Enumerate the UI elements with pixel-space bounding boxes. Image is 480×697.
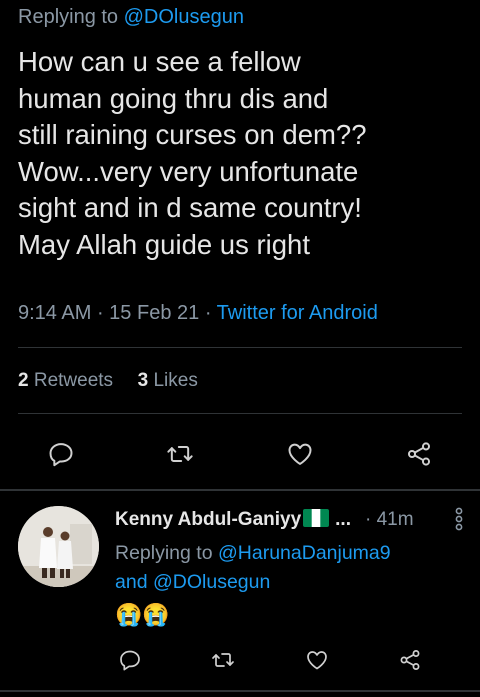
reply-icon [49, 443, 73, 467]
more-icon[interactable] [453, 507, 465, 533]
section-divider [0, 489, 480, 491]
likes-stat[interactable]: 3 Likes [138, 370, 198, 391]
divider [18, 347, 462, 348]
tweet-actions [18, 436, 462, 472]
tweet-source-link[interactable]: Twitter for Android [217, 302, 378, 324]
section-divider [0, 690, 480, 692]
share-icon [407, 442, 431, 466]
tweet-stats: 2 Retweets 3 Likes [18, 370, 198, 392]
reply-and-text: and [115, 571, 148, 593]
tweet-text: How can u see a fellow human going thru … [18, 46, 367, 260]
reply-handle-link[interactable]: @DOlusegun [153, 571, 270, 593]
avatar-photo [18, 506, 99, 587]
likes-label: Likes [153, 370, 198, 391]
replying-handle-link[interactable]: @DOlusegun [124, 6, 244, 28]
reply-icon [120, 650, 140, 671]
retweet-icon [167, 446, 193, 462]
share-button[interactable] [390, 642, 430, 678]
retweets-stat[interactable]: 2 Retweets [18, 370, 113, 391]
reply-button[interactable] [41, 436, 81, 472]
reply-handle-link[interactable]: @HarunaDanjuma9 [218, 542, 391, 564]
tweet-time: 9:14 AM [18, 302, 92, 324]
replying-prefix: Replying to [18, 6, 119, 28]
retweets-label: Retweets [33, 370, 114, 391]
tweet-meta: 9:14 AM · 15 Feb 21 · Twitter for Androi… [18, 302, 378, 325]
avatar[interactable] [18, 506, 99, 587]
meta-separator: · [204, 302, 217, 324]
reply-actions [110, 642, 430, 678]
tweet-date: 15 Feb 21 [109, 302, 200, 324]
meta-separator: · [96, 302, 110, 324]
replying-to: Replying to @DOlusegun [18, 6, 244, 29]
like-icon [306, 651, 327, 670]
retweet-button[interactable] [160, 436, 200, 472]
likes-count: 3 [137, 370, 149, 391]
nigeria-flag-icon [303, 509, 330, 527]
replying-prefix: Replying to [115, 542, 213, 564]
share-icon [400, 650, 420, 670]
retweet-button[interactable] [203, 642, 243, 678]
retweets-count: 2 [18, 370, 29, 391]
reply-emoji-text: 😭😭 [115, 602, 170, 627]
like-icon [288, 443, 312, 465]
reply-header: Kenny Abdul-Ganiyy... · 41m [115, 507, 465, 533]
divider [18, 413, 462, 414]
share-button[interactable] [399, 436, 439, 472]
reply-author-name[interactable]: Kenny Abdul-Ganiyy [115, 509, 301, 530]
reply-button[interactable] [110, 642, 150, 678]
reply-time: · 41m [365, 509, 414, 530]
reply-replying-to: Replying to @HarunaDanjuma9 and @DOluseg… [115, 539, 391, 597]
retweet-icon [212, 653, 235, 667]
name-ellipsis: ... [335, 509, 351, 530]
like-button[interactable] [297, 642, 337, 678]
like-button[interactable] [280, 436, 320, 472]
